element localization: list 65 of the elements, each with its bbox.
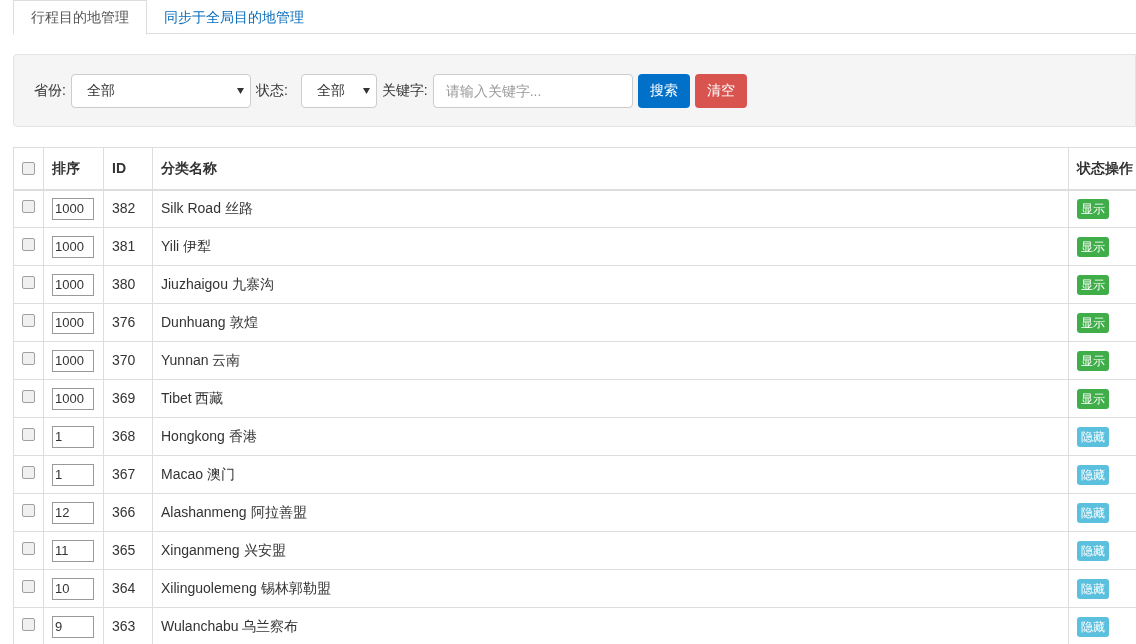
filter-label: 状态: — [255, 81, 288, 100]
sort-field[interactable]: 1000 — [52, 311, 94, 334]
checkbox[interactable] — [22, 504, 35, 517]
filter-label: 省份: — [34, 81, 66, 100]
keyword-field[interactable]: 请输入关键字... — [432, 73, 633, 108]
status-select[interactable]: 全部 — [300, 73, 377, 108]
sort-field[interactable]: 1000 — [52, 273, 94, 296]
sort-field[interactable]: 1 — [52, 463, 94, 486]
filter-label: 关键字: — [381, 81, 428, 100]
table-cell: 370 — [103, 341, 153, 380]
checkbox[interactable] — [22, 352, 35, 365]
table-cell: 367 — [103, 455, 153, 494]
table-cell: 363 — [103, 607, 153, 644]
table-cell: Tibet 西藏 — [152, 379, 1069, 418]
table-cell: 368 — [103, 417, 153, 456]
table-cell: Yunnan 云南 — [152, 341, 1069, 380]
caret-icon — [236, 87, 244, 94]
sort-field[interactable]: 10 — [52, 577, 94, 600]
table-cell: Jiuzhaigou 九寨沟 — [152, 265, 1069, 304]
sort-field[interactable]: 1 — [52, 425, 94, 448]
caret-icon — [362, 87, 370, 94]
column-header: 分类名称 — [152, 147, 1069, 190]
table-cell: 382 — [103, 189, 153, 228]
checkbox[interactable] — [22, 276, 35, 289]
sort-field[interactable]: 1000 — [52, 197, 94, 220]
sort-field[interactable]: 11 — [52, 539, 94, 562]
tab[interactable]: 同步于全局目的地管理 — [147, 0, 321, 35]
checkbox[interactable] — [22, 314, 35, 327]
checkbox[interactable] — [22, 428, 35, 441]
search-button[interactable]: 搜索 — [637, 73, 690, 108]
clear-button[interactable]: 清空 — [694, 73, 747, 108]
table-cell: 380 — [103, 265, 153, 304]
table-cell: Dunhuang 敦煌 — [152, 303, 1069, 342]
sort-field[interactable]: 9 — [52, 615, 94, 638]
sort-field[interactable]: 12 — [52, 501, 94, 524]
province-select[interactable]: 全部 — [70, 73, 251, 108]
tab[interactable]: 行程目的地管理 — [13, 0, 147, 35]
checkbox[interactable] — [22, 580, 35, 593]
table-cell: Yili 伊犁 — [152, 227, 1069, 266]
table-cell: 366 — [103, 493, 153, 532]
column-header: 排序 — [43, 147, 104, 190]
table-cell: 369 — [103, 379, 153, 418]
column-header: ID — [103, 147, 153, 190]
sort-field[interactable]: 1000 — [52, 235, 94, 258]
table-cell: Macao 澳门 — [152, 455, 1069, 494]
table-cell: 381 — [103, 227, 153, 266]
table-cell: Hongkong 香港 — [152, 417, 1069, 456]
sort-field[interactable]: 1000 — [52, 387, 94, 410]
checkbox[interactable] — [22, 200, 35, 214]
checkbox[interactable] — [22, 162, 35, 175]
checkbox[interactable] — [22, 466, 35, 479]
table-cell: Xinganmeng 兴安盟 — [152, 531, 1069, 570]
table-cell: 364 — [103, 569, 153, 608]
checkbox[interactable] — [22, 390, 35, 403]
table-cell: 376 — [103, 303, 153, 342]
checkbox[interactable] — [22, 238, 35, 251]
checkbox[interactable] — [22, 542, 35, 555]
column-header: 状态操作 — [1068, 147, 1136, 190]
checkbox[interactable] — [22, 618, 35, 631]
sort-field[interactable]: 1000 — [52, 349, 94, 372]
table-cell: 365 — [103, 531, 153, 570]
table-cell: Wulanchabu 乌兰察布 — [152, 607, 1069, 644]
table-cell: Xilinguolemeng 锡林郭勒盟 — [152, 569, 1069, 608]
table-cell: Silk Road 丝路 — [152, 189, 1069, 228]
table-cell: Alashanmeng 阿拉善盟 — [152, 493, 1069, 532]
